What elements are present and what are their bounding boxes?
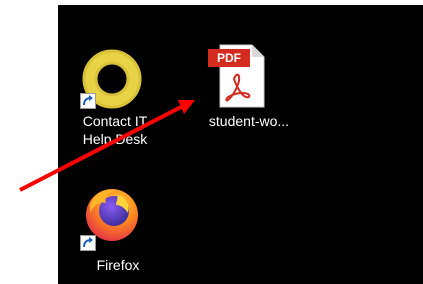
shortcut-arrow-icon xyxy=(80,93,96,109)
icon-label-contact-it: Contact IT xyxy=(82,113,148,129)
pdf-file-icon: PDF xyxy=(204,43,268,109)
desktop-icon-student-pdf[interactable]: PDF student-wo... xyxy=(184,43,314,133)
desktop-icon-firefox[interactable]: Firefox xyxy=(66,183,170,277)
icon-label-student-pdf: student-wo... xyxy=(208,113,290,129)
firefox-icon xyxy=(82,183,142,243)
pdf-badge: PDF xyxy=(217,51,241,65)
icon-label-help-desk: Help Desk xyxy=(82,131,148,147)
shortcut-arrow-icon xyxy=(80,235,96,251)
icon-label-firefox: Firefox xyxy=(96,257,140,273)
desktop: Contact IT Help Desk PDF student-wo... F… xyxy=(58,5,423,284)
desktop-icon-contact-it-help-desk[interactable]: Contact IT Help Desk xyxy=(66,45,164,160)
